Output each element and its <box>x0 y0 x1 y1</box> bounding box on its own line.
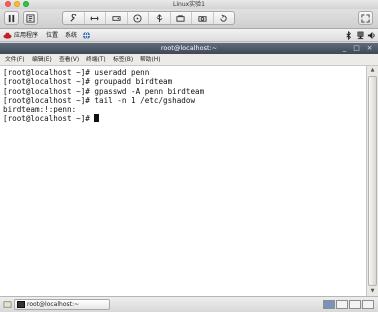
close-terminal-button[interactable]: × <box>365 44 374 53</box>
cd-icon <box>133 13 142 23</box>
terminal-line: [root@localhost ~]# tail -n 1 /etc/gshad… <box>3 95 196 105</box>
guest-top-panel: 应用程序 位置 系统 <box>0 29 378 42</box>
workspace-1[interactable] <box>323 300 335 309</box>
fullscreen-icon <box>361 13 370 23</box>
cd-button[interactable] <box>128 12 149 24</box>
vm-settings-button[interactable] <box>23 11 38 25</box>
settings-icon <box>26 13 35 23</box>
scroll-up-arrow-icon[interactable]: ▲ <box>367 66 378 75</box>
terminal-output[interactable]: [root@localhost ~]# useradd penn [root@l… <box>0 66 366 296</box>
terminal-prompt-line: [root@localhost ~]# <box>3 114 366 123</box>
terminal-menubar: 文件(F) 编辑(E) 查看(V) 终端(T) 标签(B) 帮助(H) <box>0 54 378 66</box>
camera-button[interactable] <box>192 12 214 24</box>
wrench-icon <box>70 13 77 22</box>
network-icon <box>90 15 99 21</box>
menu-edit[interactable]: 编辑(E) <box>32 54 52 66</box>
terminal-prompt: [root@localhost ~]# <box>3 114 95 124</box>
fullscreen-button[interactable] <box>358 11 373 25</box>
maximize-terminal-button[interactable]: □ <box>352 44 361 53</box>
guest-bottom-panel: root@localhost:~ <box>0 296 378 312</box>
snapshot-icon <box>220 13 227 22</box>
menu-view[interactable]: 查看(V) <box>59 54 79 66</box>
redhat-logo-icon <box>3 32 12 39</box>
menu-tabs[interactable]: 标签(B) <box>113 54 133 66</box>
vm-toolbar <box>0 9 378 29</box>
terminal-icon <box>17 301 25 308</box>
disk-button[interactable] <box>106 12 128 24</box>
share-button[interactable] <box>171 12 192 24</box>
show-desktop-icon[interactable] <box>3 300 12 309</box>
volume-icon[interactable] <box>367 31 376 40</box>
terminal-title: root@localhost:~ <box>160 44 218 52</box>
device-toolbar-group <box>62 11 235 25</box>
usb-button[interactable] <box>149 12 171 24</box>
share-icon <box>176 14 185 22</box>
menu-system[interactable]: 系统 <box>65 29 77 42</box>
menu-terminal[interactable]: 终端(T) <box>86 54 106 66</box>
menu-places[interactable]: 位置 <box>46 29 58 42</box>
pause-button[interactable] <box>4 11 19 25</box>
menu-file[interactable]: 文件(F) <box>5 54 24 66</box>
terminal-line: [root@localhost ~]# useradd penn <box>3 68 150 77</box>
scroll-down-arrow-icon[interactable]: ▼ <box>367 287 378 296</box>
workspace-3[interactable] <box>349 300 361 309</box>
menu-help[interactable]: 帮助(H) <box>140 54 160 66</box>
terminal-scrollbar[interactable]: ▲ ▼ <box>366 66 378 296</box>
terminal-titlebar: root@localhost:~ _ □ × <box>0 43 378 54</box>
browser-globe-icon[interactable] <box>82 31 91 40</box>
disk-icon <box>112 15 121 21</box>
scroll-thumb[interactable] <box>368 76 377 286</box>
wrench-button[interactable] <box>63 12 85 24</box>
terminal-line: birdteam:!:penn: <box>3 105 77 115</box>
pause-icon <box>8 14 15 22</box>
menu-applications[interactable]: 应用程序 <box>14 29 38 42</box>
workspace-4[interactable] <box>362 300 374 309</box>
taskbar-terminal-button[interactable]: root@localhost:~ <box>14 299 110 310</box>
camera-icon <box>198 15 207 22</box>
taskbar-window-label: root@localhost:~ <box>27 301 80 308</box>
vm-titlebar: Linux实验1 <box>0 0 378 9</box>
snapshot-button[interactable] <box>214 12 235 24</box>
network-button[interactable] <box>85 12 106 24</box>
workspace-switcher <box>323 300 374 309</box>
minimize-terminal-button[interactable]: _ <box>340 44 349 53</box>
usb-icon <box>156 13 163 22</box>
vm-window-title: Linux实验1 <box>173 1 205 8</box>
bluetooth-icon[interactable] <box>344 31 353 40</box>
terminal-line: [root@localhost ~]# groupadd birdteam <box>3 77 173 87</box>
terminal-line: [root@localhost ~]# gpasswd -A penn bird… <box>3 86 205 96</box>
workspace-2[interactable] <box>336 300 348 309</box>
text-cursor <box>94 114 100 123</box>
network-status-icon[interactable] <box>356 31 365 40</box>
